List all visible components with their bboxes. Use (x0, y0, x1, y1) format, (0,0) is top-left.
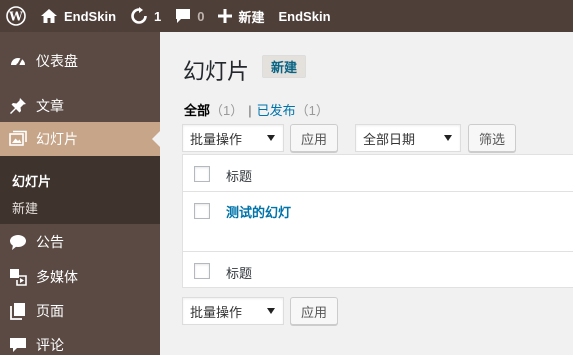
menu-item-label: 多媒体 (36, 269, 78, 285)
status-filter-links: 全部（1） | 已发布（1） (184, 100, 329, 119)
slides-icon (8, 129, 28, 149)
new-content-link[interactable]: 新建 (211, 0, 271, 32)
menu-item-label: 页面 (36, 303, 64, 319)
date-filter-select[interactable]: 全部日期 (355, 124, 461, 152)
bulk-action-value: 批量操作 (190, 131, 243, 147)
column-title-footer[interactable]: 标题 (226, 263, 252, 282)
menu-item-media[interactable]: 多媒体 (0, 260, 160, 294)
menu-item-label: 公告 (36, 234, 64, 250)
updates-link[interactable]: 1 (123, 0, 168, 32)
admin-bar: W EndSkin 1 0 新建 EndSkin (0, 0, 573, 32)
filter-all-link[interactable]: 全部 (184, 103, 210, 118)
menu-item-label: 评论 (36, 337, 64, 353)
menu-item-label: 仪表盘 (36, 53, 78, 69)
post-title-link[interactable]: 测试的幻灯 (226, 202, 291, 221)
table-row: 测试的幻灯 (183, 192, 573, 252)
filter-published-link[interactable]: 已发布 (257, 103, 296, 118)
slides-submenu: 幻灯片 新建 (0, 156, 160, 224)
menu-item-slides[interactable]: 幻灯片 (0, 122, 160, 156)
dashboard-icon (8, 51, 28, 71)
svg-text:W: W (8, 10, 23, 24)
chevron-down-icon (267, 308, 275, 314)
table-header-row: 标题 (183, 155, 573, 192)
main-content: 幻灯片 新建 全部（1） | 已发布（1） 批量操作 应用 全部日期 筛选 标题 测… (160, 32, 573, 355)
table-footer-row: 标题 (183, 252, 573, 289)
site-name-link[interactable]: EndSkin (33, 0, 123, 32)
select-all-checkbox[interactable] (194, 166, 210, 182)
posts-table: 标题 测试的幻灯 标题 (182, 154, 573, 288)
apply-button-top[interactable]: 应用 (290, 124, 339, 152)
comment-bubble-icon (175, 8, 191, 24)
menu-item-dashboard[interactable]: 仪表盘 (0, 44, 160, 78)
admin-sidebar: 仪表盘 文章 幻灯片 幻灯片 新建 公告 多媒体 页面 评论 (0, 32, 160, 355)
updates-icon (130, 7, 148, 25)
plus-icon (218, 9, 233, 23)
menu-item-label: 幻灯片 (36, 131, 78, 147)
new-content-label: 新建 (238, 9, 265, 25)
page-title: 幻灯片 (183, 59, 250, 84)
filter-published-count: （1） (295, 103, 329, 118)
filter-all-count: （1） (210, 103, 244, 118)
speech-bubble-icon (8, 232, 28, 252)
menu-item-pages[interactable]: 页面 (0, 294, 160, 328)
date-filter-value: 全部日期 (363, 131, 416, 147)
column-title-header[interactable]: 标题 (226, 166, 252, 185)
comments-count: 0 (197, 8, 205, 24)
site-name: EndSkin (64, 8, 117, 24)
bulk-action-select-bottom[interactable]: 批量操作 (182, 297, 284, 325)
menu-item-label: 文章 (36, 98, 64, 114)
bulk-action-select-top[interactable]: 批量操作 (182, 124, 284, 152)
theme-label: EndSkin (278, 8, 331, 24)
menu-item-notices[interactable]: 公告 (0, 225, 160, 259)
comments-link[interactable]: 0 (168, 0, 211, 32)
comment-icon (8, 335, 28, 355)
chevron-down-icon (267, 135, 275, 141)
home-icon (40, 8, 58, 24)
page-icon (8, 301, 28, 321)
menu-item-comments[interactable]: 评论 (0, 328, 160, 355)
apply-button-bottom[interactable]: 应用 (290, 297, 339, 325)
chevron-down-icon (444, 135, 452, 141)
filter-button[interactable]: 筛选 (468, 124, 517, 152)
wordpress-logo-icon[interactable]: W (0, 0, 33, 32)
add-new-button[interactable]: 新建 (262, 55, 307, 78)
row-checkbox[interactable] (194, 203, 210, 219)
submenu-item-add-new[interactable]: 新建 (12, 198, 38, 217)
filter-separator: | (248, 103, 252, 118)
select-all-checkbox-footer[interactable] (194, 263, 210, 279)
theme-link[interactable]: EndSkin (272, 0, 338, 32)
bulk-action-value: 批量操作 (190, 304, 243, 320)
media-icon (8, 267, 28, 287)
submenu-item-all-slides[interactable]: 幻灯片 (12, 171, 51, 190)
pin-icon (8, 96, 28, 116)
menu-item-posts[interactable]: 文章 (0, 89, 160, 123)
updates-count: 1 (154, 8, 162, 24)
